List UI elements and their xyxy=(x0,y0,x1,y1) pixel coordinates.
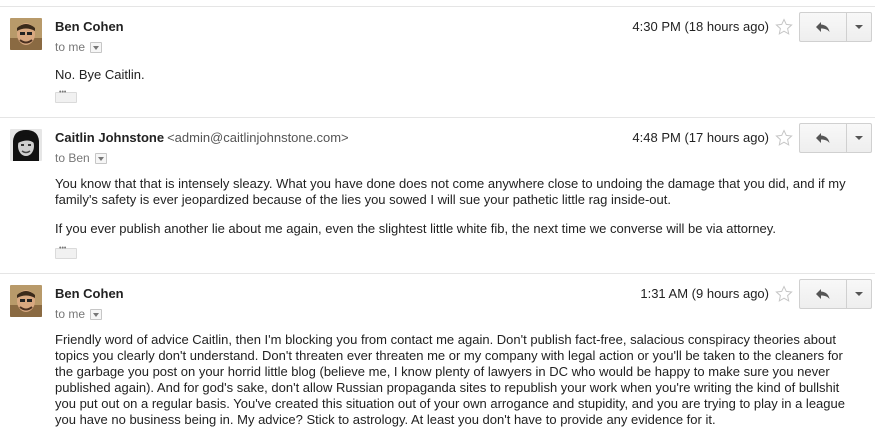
message-3: Ben Cohen to me 1:31 AM (9 hours ago) Fr… xyxy=(0,273,875,433)
more-actions-button[interactable] xyxy=(847,124,871,152)
message-body: Friendly word of advice Caitlin, then I'… xyxy=(55,332,855,428)
chevron-down-icon xyxy=(855,25,863,29)
message-paragraph: No. Bye Caitlin. xyxy=(55,67,145,82)
message-actions xyxy=(799,12,872,42)
recipients-label: to me xyxy=(55,40,86,54)
show-trimmed-content-button[interactable] xyxy=(55,89,77,103)
message-paragraph: You know that that is intensely sleazy. … xyxy=(55,176,846,207)
sender-name[interactable]: Ben Cohen xyxy=(55,286,124,301)
more-actions-button[interactable] xyxy=(847,280,871,308)
recipients-label: to Ben xyxy=(55,151,90,165)
avatar-image xyxy=(10,18,42,50)
show-trimmed-content-button[interactable] xyxy=(55,245,77,259)
reply-button[interactable] xyxy=(800,124,847,152)
chevron-down-icon xyxy=(855,136,863,140)
recipients: to me xyxy=(55,40,103,54)
message-actions xyxy=(799,123,872,153)
recipients-label: to me xyxy=(55,307,86,321)
reply-arrow-icon xyxy=(816,133,830,143)
avatar[interactable] xyxy=(10,285,42,317)
avatar[interactable] xyxy=(10,18,42,50)
message-paragraph: If you ever publish another lie about me… xyxy=(55,221,776,236)
more-actions-button[interactable] xyxy=(847,13,871,41)
message-timestamp: 4:48 PM (17 hours ago) xyxy=(632,130,769,145)
sender-name[interactable]: Ben Cohen xyxy=(55,19,124,34)
reply-arrow-icon xyxy=(816,22,830,32)
message-timestamp: 1:31 AM (9 hours ago) xyxy=(640,286,769,301)
sender-email: <admin@caitlinjohnstone.com> xyxy=(167,130,349,145)
reply-button[interactable] xyxy=(800,280,847,308)
message-body: You know that that is intensely sleazy. … xyxy=(55,176,855,237)
message-paragraph: Friendly word of advice Caitlin, then I'… xyxy=(55,332,845,427)
star-icon[interactable] xyxy=(775,285,793,303)
sender-name-text: Ben Cohen xyxy=(55,286,124,301)
star-icon[interactable] xyxy=(775,18,793,36)
recipient-details-dropdown[interactable] xyxy=(94,152,107,164)
message-timestamp: 4:30 PM (18 hours ago) xyxy=(632,19,769,34)
sender-name-text: Caitlin Johnstone xyxy=(55,130,165,145)
message-1: Ben Cohen to me 4:30 PM (18 hours ago) N… xyxy=(0,0,875,117)
avatar-image xyxy=(10,285,42,317)
recipient-details-dropdown[interactable] xyxy=(90,41,103,53)
message-body: No. Bye Caitlin. xyxy=(55,67,855,83)
chevron-down-icon xyxy=(855,292,863,296)
reply-button[interactable] xyxy=(800,13,847,41)
recipients: to me xyxy=(55,307,103,321)
sender-name[interactable]: Caitlin Johnstone <admin@caitlinjohnstone… xyxy=(55,130,349,145)
star-icon[interactable] xyxy=(775,129,793,147)
avatar[interactable] xyxy=(10,129,42,161)
sender-name-text: Ben Cohen xyxy=(55,19,124,34)
message-2: Caitlin Johnstone <admin@caitlinjohnstone… xyxy=(0,117,875,273)
message-actions xyxy=(799,279,872,309)
recipients: to Ben xyxy=(55,151,107,165)
recipient-details-dropdown[interactable] xyxy=(90,308,103,320)
avatar-image xyxy=(10,129,42,161)
reply-arrow-icon xyxy=(816,289,830,299)
